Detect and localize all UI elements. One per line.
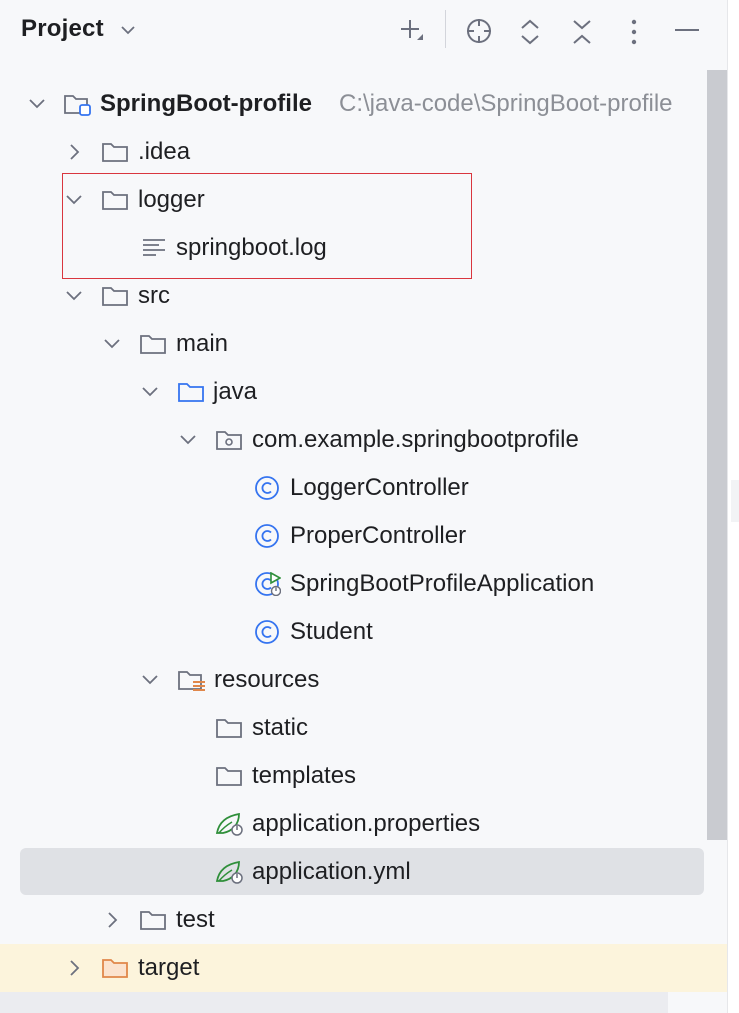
tree-item-label: .idea bbox=[138, 138, 191, 165]
chevron-down-icon[interactable] bbox=[64, 286, 84, 306]
tree-item-label: src bbox=[138, 282, 170, 309]
tree-item-label: static bbox=[252, 714, 309, 741]
tree-item-application-properties[interactable]: application.properties bbox=[0, 800, 707, 848]
tree-item-label: templates bbox=[252, 762, 357, 789]
tree-item-resources[interactable]: resources bbox=[0, 656, 707, 704]
bottom-partial-row bbox=[0, 992, 668, 1013]
tree-item-idea[interactable]: .idea bbox=[0, 128, 707, 176]
editor-edge bbox=[727, 0, 739, 1013]
class-icon bbox=[255, 476, 279, 500]
chevron-down-icon[interactable] bbox=[178, 430, 198, 450]
chevron-down-icon[interactable] bbox=[140, 670, 160, 690]
resources-folder-icon bbox=[178, 671, 205, 691]
tree-item-label: SpringBootProfileApplication bbox=[290, 570, 595, 597]
chevron-right-icon[interactable] bbox=[64, 958, 84, 978]
tree-item-test[interactable]: test bbox=[0, 896, 707, 944]
tree-item-proper-controller[interactable]: ProperController bbox=[0, 512, 707, 560]
collapse-all-icon[interactable] bbox=[564, 12, 600, 48]
chevron-down-icon[interactable] bbox=[27, 94, 47, 114]
tree-item-label: main bbox=[176, 330, 229, 357]
package-icon bbox=[216, 431, 242, 450]
tree-item-label: SpringBoot-profile bbox=[100, 90, 312, 117]
chevron-down-icon[interactable] bbox=[102, 334, 122, 354]
tree-item-logger-controller[interactable]: LoggerController bbox=[0, 464, 707, 512]
tree-item-application-class[interactable]: SpringBootProfileApplication bbox=[0, 560, 707, 608]
class-icon bbox=[255, 524, 279, 548]
tree-item-label: test bbox=[176, 906, 215, 933]
tree-item-label: ProperController bbox=[290, 522, 467, 549]
project-tool-window-header: Project bbox=[0, 0, 727, 62]
tree-item-main[interactable]: main bbox=[0, 320, 707, 368]
spring-boot-application-icon bbox=[255, 572, 281, 596]
folder-icon bbox=[216, 719, 242, 738]
tree-item-path: C:\java-code\SpringBoot-profile bbox=[339, 90, 673, 117]
folder-icon bbox=[216, 767, 242, 786]
tree-item-static[interactable]: static bbox=[0, 704, 707, 752]
chevron-right-icon[interactable] bbox=[64, 142, 84, 162]
tree-item-label: application.yml bbox=[252, 858, 411, 885]
annotation-highlight-box bbox=[62, 173, 472, 279]
tree-item-application-yml[interactable]: application.yml bbox=[0, 848, 707, 896]
tree-item-label: target bbox=[138, 954, 200, 981]
tree-item-label: java bbox=[213, 378, 258, 405]
tree-item-package[interactable]: com.example.springbootprofile bbox=[0, 416, 707, 464]
tree-item-label: LoggerController bbox=[290, 474, 469, 501]
chevron-down-icon[interactable] bbox=[118, 20, 138, 40]
chevron-right-icon[interactable] bbox=[102, 910, 122, 930]
folder-icon bbox=[140, 911, 166, 930]
folder-icon bbox=[140, 335, 166, 354]
folder-icon bbox=[102, 143, 128, 162]
tree-item-label: com.example.springbootprofile bbox=[252, 426, 579, 453]
tree-item-label: application.properties bbox=[252, 810, 481, 837]
tree-item-student[interactable]: Student bbox=[0, 608, 707, 656]
vertical-scrollbar[interactable] bbox=[707, 70, 727, 840]
source-folder-icon bbox=[178, 383, 204, 402]
module-folder-icon bbox=[64, 95, 91, 116]
add-icon[interactable] bbox=[393, 12, 429, 48]
tree-item-templates[interactable]: templates bbox=[0, 752, 707, 800]
tree-item-java[interactable]: java bbox=[0, 368, 707, 416]
spring-config-icon bbox=[215, 812, 243, 836]
spring-config-icon bbox=[215, 860, 243, 884]
expand-all-icon[interactable] bbox=[512, 12, 548, 48]
chevron-down-icon[interactable] bbox=[140, 382, 160, 402]
tree-item-label: Student bbox=[290, 618, 373, 645]
tree-item-label: resources bbox=[214, 666, 320, 693]
more-icon[interactable] bbox=[616, 12, 652, 48]
tree-item-root[interactable]: SpringBoot-profile C:\java-code\SpringBo… bbox=[0, 80, 707, 128]
class-icon bbox=[255, 620, 279, 644]
toolbar-separator bbox=[445, 10, 446, 48]
folder-icon bbox=[102, 287, 128, 306]
minimize-icon[interactable] bbox=[668, 12, 704, 48]
excluded-folder-icon bbox=[102, 959, 128, 978]
tree-item-target[interactable]: target bbox=[0, 944, 707, 992]
tree-item-src[interactable]: src bbox=[0, 272, 707, 320]
locate-icon[interactable] bbox=[460, 12, 496, 48]
tool-window-title[interactable]: Project bbox=[21, 15, 104, 43]
